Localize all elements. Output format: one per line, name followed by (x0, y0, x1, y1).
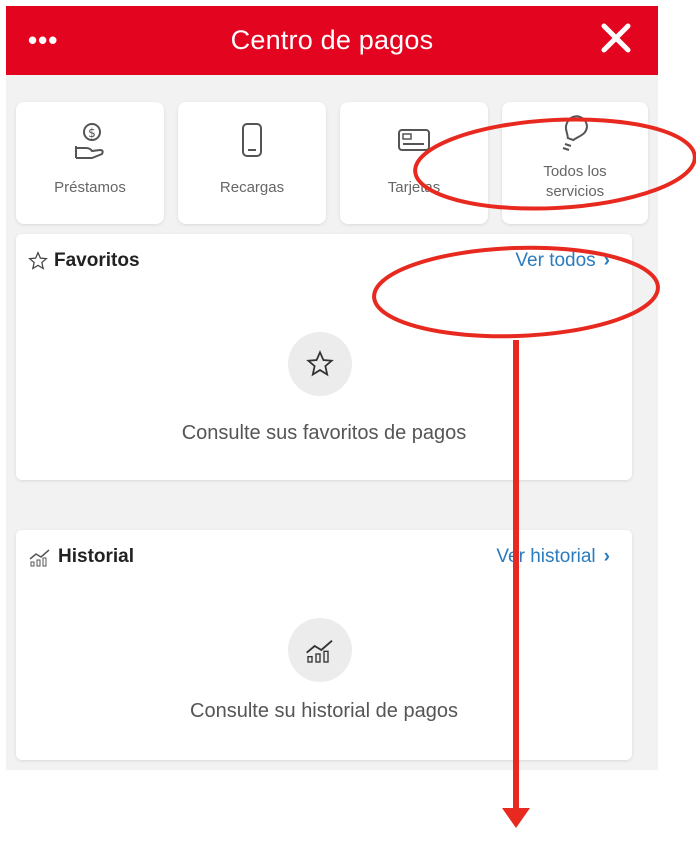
tile-label-line2: servicios (545, 183, 605, 200)
history-title: Historial (58, 546, 135, 567)
tile-recargas[interactable]: Recargas (178, 102, 326, 224)
history-message: Consulte su historial de pagos (190, 700, 458, 722)
phone-icon (242, 123, 262, 157)
svg-text:$: $ (88, 126, 96, 140)
quick-actions: $ Préstamos Recargas Tarjetas Todos los … (16, 102, 648, 226)
header-bar: ••• Centro de pagos (6, 6, 658, 75)
favorites-title: Favoritos (54, 250, 140, 271)
tile-todos-servicios[interactable]: Todos los servicios (502, 102, 648, 224)
close-icon[interactable] (596, 18, 636, 58)
loan-hand-coin-icon: $ (75, 123, 104, 159)
ver-todos-label: Ver todos (515, 250, 596, 271)
ver-todos-link[interactable]: Ver todos › (515, 250, 610, 272)
history-heading: Historial (28, 546, 134, 568)
ver-historial-link[interactable]: Ver historial › (496, 546, 610, 568)
star-icon (306, 350, 334, 377)
ver-historial-label: Ver historial (496, 546, 596, 567)
lightbulb-icon (562, 115, 588, 151)
favorites-heading: Favoritos (28, 250, 140, 272)
chart-trend-icon (29, 549, 50, 567)
annotation-arrow-head (502, 808, 530, 828)
favorites-star-badge (288, 332, 352, 396)
favorites-message: Consulte sus favoritos de pagos (181, 422, 467, 444)
history-card: Historial Ver historial › Consulte su his… (16, 530, 632, 760)
tile-label-line1: Todos los (543, 163, 607, 180)
payments-center-screen: ••• Centro de pagos $ Préstamos Recargas (6, 6, 658, 770)
tile-label: Préstamos (54, 179, 126, 196)
tile-label: Tarjetas (387, 179, 441, 196)
tile-label: Recargas (219, 179, 285, 196)
tile-prestamos[interactable]: $ Préstamos (16, 102, 164, 224)
chevron-right-icon: › (603, 546, 610, 567)
chevron-right-icon: › (603, 250, 610, 271)
favorites-card: Favoritos Ver todos › Consulte sus favori… (16, 234, 632, 480)
page-title: Centro de pagos (230, 25, 434, 55)
card-icon (398, 129, 430, 151)
more-dots-icon[interactable]: ••• (28, 27, 58, 53)
chart-trend-icon (306, 639, 333, 663)
history-chart-badge (288, 618, 352, 682)
tile-tarjetas[interactable]: Tarjetas (340, 102, 488, 224)
star-icon (28, 251, 48, 270)
